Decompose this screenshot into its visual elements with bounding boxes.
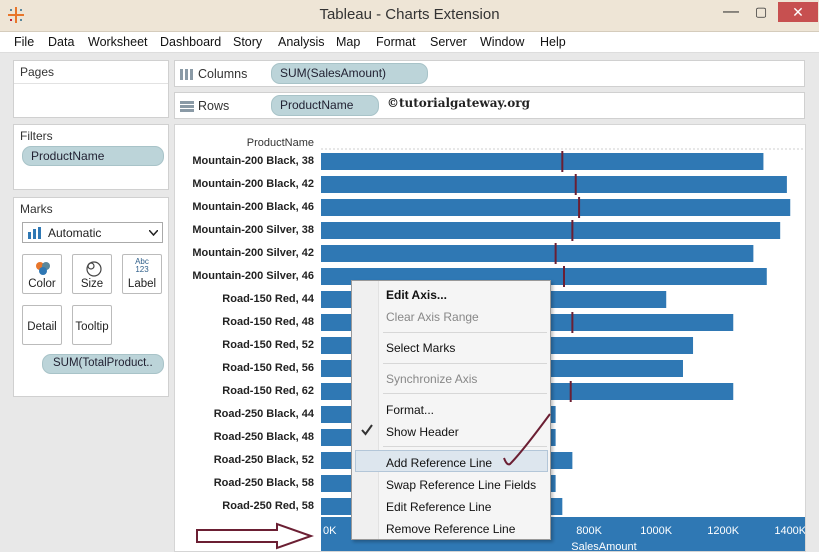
- color-card-label: Color: [28, 278, 56, 290]
- marks-title: Marks: [20, 202, 53, 216]
- size-circles-icon: [86, 261, 102, 277]
- menu-story[interactable]: Story: [233, 35, 262, 49]
- pages-title: Pages: [20, 65, 55, 79]
- pages-pane[interactable]: Pages: [13, 60, 169, 118]
- bar: [321, 176, 787, 193]
- x-tick-label: 1400K: [774, 525, 806, 537]
- row-label: Road-150 Red, 62: [222, 385, 314, 397]
- menu-remove-reference-line[interactable]: Remove Reference Line: [386, 522, 515, 536]
- filters-title: Filters: [20, 129, 53, 143]
- label-card-label: Label: [127, 278, 157, 290]
- close-button[interactable]: ✕: [778, 2, 818, 22]
- bar: [321, 245, 754, 262]
- menu-bar: File Data Worksheet Dashboard Story Anal…: [0, 32, 819, 53]
- row-label: Road-150 Red, 44: [222, 293, 315, 305]
- mark-type-value: Automatic: [48, 226, 102, 240]
- menu-add-reference-line[interactable]: Add Reference Line: [386, 456, 492, 470]
- bar: [321, 199, 791, 216]
- row-label: Road-250 Black, 48: [214, 431, 314, 443]
- columns-measure-pill[interactable]: SUM(SalesAmount): [271, 63, 428, 84]
- menu-show-header[interactable]: Show Header: [386, 425, 459, 439]
- menu-file[interactable]: File: [14, 35, 34, 49]
- watermark: ©tutorialgateway.org: [387, 96, 530, 110]
- row-label: Mountain-200 Silver, 38: [192, 224, 314, 236]
- menu-dashboard[interactable]: Dashboard: [160, 35, 221, 49]
- minimize-button[interactable]: —: [718, 2, 744, 22]
- label-text-icon: Abc 123: [135, 257, 149, 274]
- row-label: Mountain-200 Black, 38: [192, 155, 314, 167]
- menu-synchronize-axis[interactable]: Synchronize Axis: [386, 372, 477, 386]
- filters-pane[interactable]: Filters ProductName: [13, 124, 169, 190]
- tooltip-card[interactable]: Tooltip: [72, 305, 112, 345]
- menu-edit-axis[interactable]: Edit Axis...: [386, 288, 447, 302]
- rows-dimension-pill[interactable]: ProductName: [271, 95, 379, 116]
- mark-type-select[interactable]: Automatic: [22, 222, 163, 243]
- x-tick-label: 1200K: [707, 525, 739, 537]
- menu-format[interactable]: Format: [376, 35, 416, 49]
- menu-format[interactable]: Format...: [386, 403, 434, 417]
- title-bar: Tableau - Charts Extension — ▢ ✕: [0, 0, 819, 32]
- color-card[interactable]: Color: [22, 254, 62, 294]
- label-card[interactable]: Abc 123 Label: [122, 254, 162, 294]
- columns-label: Columns: [198, 67, 248, 81]
- row-label: Mountain-200 Black, 46: [192, 201, 314, 213]
- maximize-button[interactable]: ▢: [748, 2, 774, 22]
- x-tick-label: 1000K: [640, 525, 672, 537]
- columns-icon: [180, 69, 193, 80]
- window-title: Tableau - Charts Extension: [319, 6, 500, 23]
- bar: [321, 153, 764, 170]
- row-label: Road-250 Black, 58: [214, 477, 314, 489]
- row-label: Road-250 Red, 58: [222, 500, 314, 512]
- row-label: Mountain-200 Black, 42: [192, 178, 314, 190]
- tooltip-card-label: Tooltip: [75, 321, 109, 333]
- columns-shelf[interactable]: Columns SUM(SalesAmount): [174, 60, 805, 87]
- handwritten-check-icon: [503, 413, 551, 466]
- row-label: Road-150 Red, 56: [222, 362, 314, 374]
- size-card[interactable]: Size: [72, 254, 112, 294]
- rows-icon: [180, 101, 194, 112]
- menu-worksheet[interactable]: Worksheet: [88, 35, 148, 49]
- menu-select-marks[interactable]: Select Marks: [386, 341, 455, 355]
- row-label: Road-150 Red, 48: [222, 316, 314, 328]
- annotation-arrow-icon: [196, 522, 315, 550]
- x-axis-title: SalesAmount: [571, 541, 636, 552]
- color-palette-icon: [36, 262, 50, 275]
- row-label: Mountain-200 Silver, 46: [192, 270, 314, 282]
- checkmark-icon: [361, 424, 373, 436]
- menu-swap-reference-line-fields[interactable]: Swap Reference Line Fields: [386, 478, 536, 492]
- detail-card-label: Detail: [27, 321, 57, 333]
- filter-productname-pill[interactable]: ProductName: [22, 146, 164, 166]
- row-label: Road-250 Black, 52: [214, 454, 314, 466]
- rows-label: Rows: [198, 99, 230, 113]
- menu-window[interactable]: Window: [480, 35, 524, 49]
- menu-data[interactable]: Data: [48, 35, 74, 49]
- x-tick-label: 0K: [323, 525, 337, 537]
- chevron-down-icon: [149, 230, 158, 236]
- menu-help[interactable]: Help: [540, 35, 566, 49]
- row-label: Mountain-200 Silver, 42: [192, 247, 314, 259]
- bar-chart-icon: [28, 227, 41, 239]
- size-card-label: Size: [80, 278, 104, 290]
- row-label: Road-150 Red, 52: [222, 339, 314, 351]
- bar: [321, 222, 781, 239]
- detail-card[interactable]: Detail: [22, 305, 62, 345]
- menu-server[interactable]: Server: [430, 35, 467, 49]
- menu-clear-axis-range[interactable]: Clear Axis Range: [386, 310, 479, 324]
- x-tick-label: 800K: [576, 525, 602, 537]
- marks-pane[interactable]: Marks Automatic Color Size Abc 123 Label…: [13, 197, 169, 397]
- menu-map[interactable]: Map: [336, 35, 360, 49]
- menu-edit-reference-line[interactable]: Edit Reference Line: [386, 500, 491, 514]
- row-label: Road-250 Black, 44: [214, 408, 315, 420]
- marks-measure-pill[interactable]: SUM(TotalProduct..: [42, 354, 164, 374]
- product-name-header: ProductName: [247, 137, 314, 149]
- menu-analysis[interactable]: Analysis: [278, 35, 325, 49]
